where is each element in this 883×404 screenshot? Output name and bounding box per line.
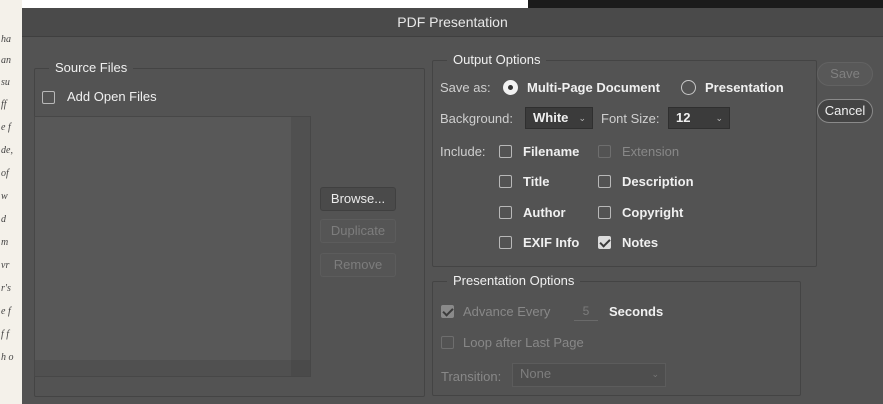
presentation-options-legend: Presentation Options xyxy=(447,273,581,288)
bg-text-fragment: e f xyxy=(1,122,11,133)
source-files-list[interactable] xyxy=(34,116,311,377)
bg-text-fragment: w xyxy=(1,191,8,202)
exif-info-checkbox[interactable] xyxy=(499,236,512,249)
loop-after-last-page-label: Loop after Last Page xyxy=(463,335,584,350)
remove-button[interactable]: Remove xyxy=(320,253,396,277)
bg-text-fragment: vr xyxy=(1,260,10,271)
bg-text-fragment: e f xyxy=(1,306,11,317)
author-label: Author xyxy=(523,205,566,220)
bg-text-fragment: ff xyxy=(1,99,7,110)
bg-text-fragment: ha xyxy=(1,34,11,45)
title-checkbox[interactable] xyxy=(499,175,512,188)
author-checkbox[interactable] xyxy=(499,206,512,219)
radio-presentation[interactable] xyxy=(681,80,696,95)
description-label: Description xyxy=(622,174,694,189)
add-open-files-label: Add Open Files xyxy=(67,89,157,104)
description-checkbox[interactable] xyxy=(598,175,611,188)
presentation-label: Presentation xyxy=(705,80,784,95)
bg-text-fragment: an xyxy=(1,55,11,66)
chevron-down-icon: ⌄ xyxy=(651,369,659,379)
bg-text-fragment: f f xyxy=(1,329,10,340)
bg-text-fragment: h o xyxy=(1,352,14,363)
extension-label: Extension xyxy=(622,144,680,159)
dialog-title: PDF Presentation xyxy=(22,8,883,37)
save-as-label: Save as: xyxy=(440,80,491,95)
filename-label: Filename xyxy=(523,144,580,159)
advance-seconds-input[interactable]: 5 xyxy=(574,304,598,321)
copyright-checkbox[interactable] xyxy=(598,206,611,219)
scrollbar-corner xyxy=(291,360,310,376)
bg-text-fragment: m xyxy=(1,237,9,248)
transition-select-value: None xyxy=(520,366,552,381)
background-select[interactable]: White ⌄ xyxy=(525,107,593,129)
seconds-label: Seconds xyxy=(609,304,664,319)
chevron-down-icon: ⌄ xyxy=(715,113,723,123)
font-size-select[interactable]: 12 ⌄ xyxy=(668,107,730,129)
multi-page-document-label: Multi-Page Document xyxy=(527,80,660,95)
bg-text-fragment: of xyxy=(1,168,9,179)
add-open-files-checkbox[interactable] xyxy=(42,91,55,104)
browse-button[interactable]: Browse... xyxy=(320,187,396,211)
notes-label: Notes xyxy=(622,235,659,250)
radio-multi-page-document[interactable] xyxy=(503,80,518,95)
save-button[interactable]: Save xyxy=(817,62,873,86)
bg-text-fragment: de, xyxy=(1,145,13,156)
font-size-select-value: 12 xyxy=(676,110,691,125)
background-document-top-text xyxy=(0,0,120,8)
extension-checkbox[interactable] xyxy=(598,145,611,158)
bg-text-fragment: r's xyxy=(1,283,11,294)
output-options-legend: Output Options xyxy=(447,52,547,67)
font-size-label: Font Size: xyxy=(601,111,660,126)
bg-text-fragment: d xyxy=(1,214,6,225)
horizontal-scrollbar[interactable] xyxy=(35,360,310,376)
transition-label: Transition: xyxy=(441,369,502,384)
copyright-label: Copyright xyxy=(622,205,684,220)
loop-after-last-page-checkbox[interactable] xyxy=(441,336,454,349)
background-label: Background: xyxy=(440,111,513,126)
vertical-scrollbar[interactable] xyxy=(291,117,310,376)
bg-text-fragment: su xyxy=(1,77,10,88)
advance-every-label: Advance Every xyxy=(463,304,551,319)
filename-checkbox[interactable] xyxy=(499,145,512,158)
exif-info-label: EXIF Info xyxy=(523,235,580,250)
transition-select[interactable]: None ⌄ xyxy=(512,363,666,387)
chevron-down-icon: ⌄ xyxy=(578,113,586,123)
include-label: Include: xyxy=(440,144,486,159)
duplicate-button[interactable]: Duplicate xyxy=(320,219,396,243)
cancel-button[interactable]: Cancel xyxy=(817,99,873,123)
pdf-presentation-dialog: PDF Presentation Source Files Add Open F… xyxy=(22,8,883,404)
source-files-legend: Source Files xyxy=(49,60,134,75)
notes-checkbox[interactable] xyxy=(598,236,611,249)
background-document: ha an su ff e f de, of w d m vr r's e f … xyxy=(0,0,22,404)
title-label: Title xyxy=(523,174,550,189)
advance-every-checkbox[interactable] xyxy=(441,305,454,318)
background-select-value: White xyxy=(533,110,569,125)
